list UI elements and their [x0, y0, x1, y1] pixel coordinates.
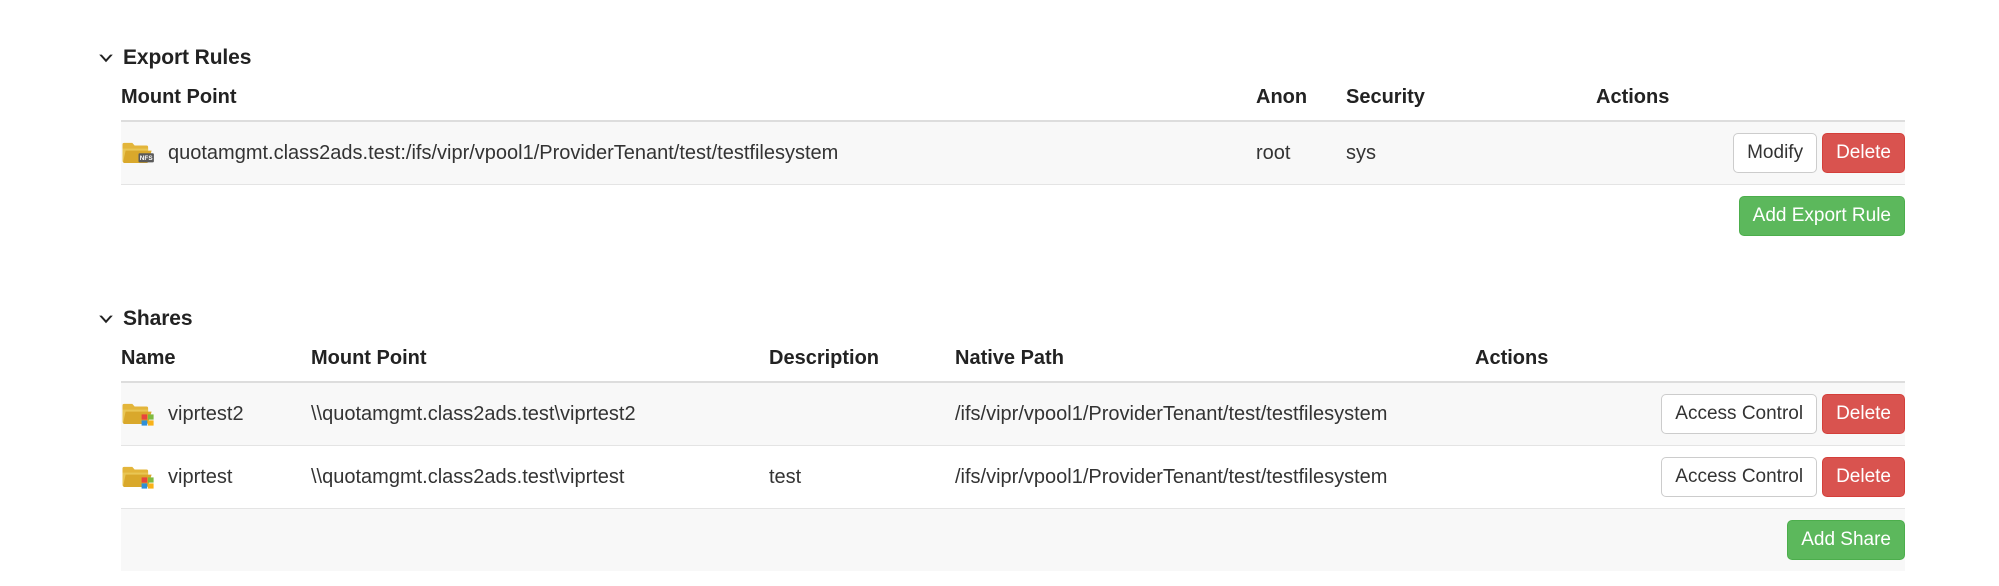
file-system-detail-page: Export Rules Mount Point Anon Security A… [0, 0, 1999, 586]
table-header-row: Name Mount Point Description Native Path… [121, 347, 1905, 382]
export-rules-footer-cell: Add Export Rule [121, 185, 1905, 248]
export-rules-title: Export Rules [123, 46, 251, 70]
delete-button[interactable]: Delete [1822, 457, 1905, 497]
shares-header[interactable]: Shares [96, 307, 1880, 331]
column-header-actions: Actions [1475, 347, 1905, 382]
windows-folder-icon [121, 400, 155, 428]
table-row: viprtest2 \\quotamgmt.class2ads.test\vip… [121, 382, 1905, 446]
export-rule-mount-point-cell: NFS quotamgmt.class2ads.test:/ifs/vipr/v… [121, 121, 1256, 185]
add-share-button[interactable]: Add Share [1787, 520, 1905, 560]
share-actions-cell: Access ControlDelete [1475, 382, 1905, 446]
access-control-button[interactable]: Access Control [1661, 394, 1817, 434]
export-rules-header[interactable]: Export Rules [96, 46, 1880, 70]
shares-section: Shares Name Mount Point Description Nati… [96, 307, 1880, 571]
modify-button[interactable]: Modify [1733, 133, 1817, 173]
share-name: viprtest2 [168, 403, 244, 426]
share-name: viprtest [168, 466, 232, 489]
share-native-path: /ifs/vipr/vpool1/ProviderTenant/test/tes… [955, 446, 1475, 509]
nfs-folder-icon: NFS [121, 139, 155, 167]
share-mount-point: \\quotamgmt.class2ads.test\viprtest2 [311, 382, 769, 446]
column-header-description: Description [769, 347, 955, 382]
share-description: test [769, 446, 955, 509]
chevron-down-icon[interactable] [96, 309, 116, 329]
export-rules-footer-row: Add Export Rule [121, 185, 1905, 248]
share-actions-cell: Access ControlDelete [1475, 446, 1905, 509]
share-description [769, 382, 955, 446]
share-mount-point: \\quotamgmt.class2ads.test\viprtest [311, 446, 769, 509]
column-header-name: Name [121, 347, 311, 382]
shares-footer-cell: Add Share [121, 509, 1905, 572]
access-control-button[interactable]: Access Control [1661, 457, 1817, 497]
windows-folder-icon [121, 463, 155, 491]
export-rule-actions-cell: ModifyDelete [1596, 121, 1905, 185]
delete-button[interactable]: Delete [1822, 394, 1905, 434]
table-row: viprtest \\quotamgmt.class2ads.test\vipr… [121, 446, 1905, 509]
share-name-cell: viprtest2 [121, 382, 311, 446]
export-rules-table: Mount Point Anon Security Actions [121, 86, 1905, 247]
column-header-mount-point: Mount Point [121, 86, 1256, 121]
column-header-security: Security [1346, 86, 1596, 121]
column-header-anon: Anon [1256, 86, 1346, 121]
column-header-mount-point: Mount Point [311, 347, 769, 382]
export-rule-anon: root [1256, 121, 1346, 185]
shares-table: Name Mount Point Description Native Path… [121, 347, 1905, 571]
share-native-path: /ifs/vipr/vpool1/ProviderTenant/test/tes… [955, 382, 1475, 446]
table-row: NFS quotamgmt.class2ads.test:/ifs/vipr/v… [121, 121, 1905, 185]
svg-text:NFS: NFS [140, 155, 154, 162]
export-rule-security: sys [1346, 121, 1596, 185]
share-name-cell: viprtest [121, 446, 311, 509]
shares-title: Shares [123, 307, 192, 331]
add-export-rule-button[interactable]: Add Export Rule [1739, 196, 1905, 236]
export-rule-mount-point: quotamgmt.class2ads.test:/ifs/vipr/vpool… [168, 142, 838, 165]
delete-button[interactable]: Delete [1822, 133, 1905, 173]
table-header-row: Mount Point Anon Security Actions [121, 86, 1905, 121]
chevron-down-icon[interactable] [96, 48, 116, 68]
column-header-native-path: Native Path [955, 347, 1475, 382]
column-header-actions: Actions [1596, 86, 1905, 121]
export-rules-section: Export Rules Mount Point Anon Security A… [96, 46, 1880, 247]
shares-footer-row: Add Share [121, 509, 1905, 572]
